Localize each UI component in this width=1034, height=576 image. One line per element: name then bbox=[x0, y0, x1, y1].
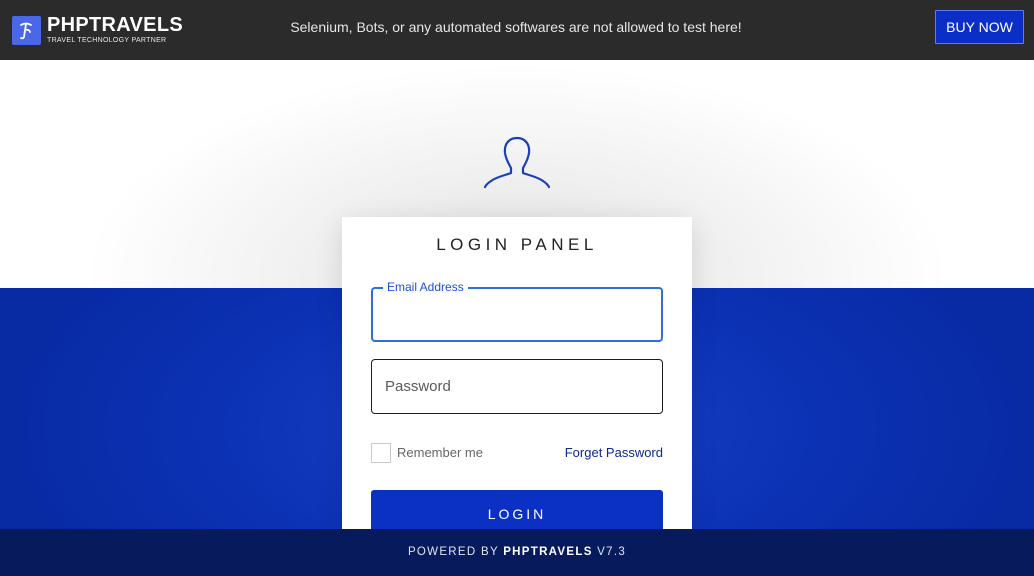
email-input[interactable] bbox=[373, 289, 661, 340]
brand-name: PHPTRAVELS bbox=[47, 14, 183, 36]
remember-me-label[interactable]: Remember me bbox=[397, 445, 483, 461]
password-input[interactable] bbox=[372, 360, 662, 413]
footer: POWERED BY PHPTRAVELS V7.3 bbox=[0, 529, 1034, 576]
forgot-password-link[interactable]: Forget Password bbox=[565, 445, 663, 461]
email-field[interactable]: Email Address bbox=[371, 280, 663, 342]
footer-prefix: POWERED BY bbox=[407, 546, 499, 558]
phptravels-logo-icon bbox=[12, 16, 41, 45]
remember-me-checkbox[interactable] bbox=[371, 443, 391, 463]
footer-brand[interactable]: PHPTRAVELS bbox=[503, 546, 592, 558]
top-bar: PHPTRAVELS TRAVEL TECHNOLOGY PARTNER Sel… bbox=[0, 0, 1034, 60]
footer-version: V7.3 bbox=[597, 546, 627, 558]
brand-tagline: TRAVEL TECHNOLOGY PARTNER bbox=[47, 37, 167, 44]
login-panel: LOGIN PANEL Email Address Remember me Fo… bbox=[342, 217, 692, 529]
automation-warning: Selenium, Bots, or any automated softwar… bbox=[290, 19, 742, 35]
brand-logo[interactable]: PHPTRAVELS TRAVEL TECHNOLOGY PARTNER bbox=[12, 13, 192, 47]
login-button[interactable]: LOGIN bbox=[371, 490, 663, 529]
buy-now-button[interactable]: BUY NOW bbox=[935, 10, 1024, 44]
login-panel-title: LOGIN PANEL bbox=[436, 235, 598, 254]
password-field[interactable] bbox=[371, 359, 663, 414]
user-silhouette-icon bbox=[483, 136, 551, 189]
